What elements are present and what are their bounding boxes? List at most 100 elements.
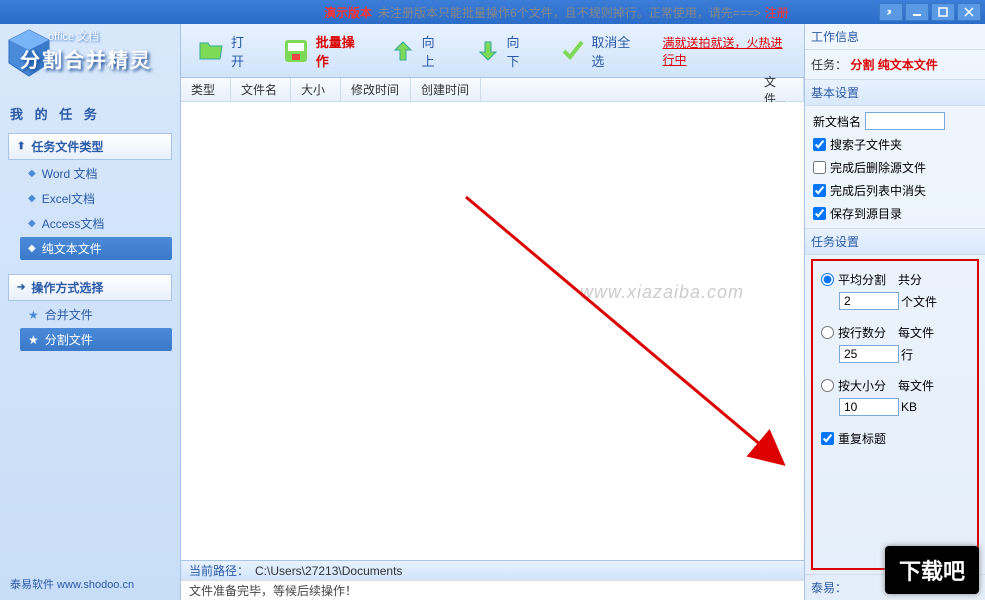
sidebar-item-label: Word 文档 <box>42 165 98 182</box>
col-name[interactable]: 文件名 <box>231 78 291 101</box>
right-panel: 工作信息 任务： 分割 纯文本文件 基本设置 新文档名 搜索子文件夹 完成后删除… <box>805 24 985 600</box>
sidebar-item-label: 合并文件 <box>45 306 93 323</box>
maximize-button[interactable] <box>931 3 955 21</box>
sidebar-item-label: 分割文件 <box>45 331 93 348</box>
cb-repeat-title[interactable] <box>821 432 834 445</box>
group-file-type[interactable]: ⬆ 任务文件类型 <box>8 133 172 160</box>
deselect-button[interactable]: 取消全选 <box>554 28 645 74</box>
folder-open-icon <box>197 37 225 65</box>
new-doc-input[interactable] <box>865 112 945 130</box>
button-label: 向上 <box>422 32 446 70</box>
star-icon: ★ <box>28 333 39 347</box>
cb-label: 完成后列表中消失 <box>830 182 926 199</box>
radio-label: 按行数分 <box>838 324 886 341</box>
sidebar-item-label: Excel文档 <box>42 190 95 207</box>
task-settings-box: 平均分割 共分 个文件 按行数分 每文件 行 <box>811 259 979 570</box>
radio-label: 按大小分 <box>838 377 886 394</box>
diamond-icon: ◆ <box>28 218 36 229</box>
sidebar-item-word[interactable]: ◆ Word 文档 <box>20 162 172 185</box>
col-type[interactable]: 类型 <box>181 78 231 101</box>
task-value: 分割 纯文本文件 <box>850 58 937 72</box>
path-label: 当前路径： <box>189 562 249 579</box>
group-operation[interactable]: ➔ 操作方式选择 <box>8 274 172 301</box>
sidebar-item-excel[interactable]: ◆ Excel文档 <box>20 187 172 210</box>
sidebar-footer: 泰易软件 www.shodoo.cn <box>0 568 180 600</box>
split-avg-input[interactable] <box>839 292 899 310</box>
sidebar-item-merge[interactable]: ★ 合并文件 <box>20 303 172 326</box>
status-message: 文件准备完毕，等候后续操作！ <box>181 580 804 600</box>
task-label: 任务： <box>811 58 847 72</box>
diamond-icon: ◆ <box>28 193 36 204</box>
cb-label: 完成后删除源文件 <box>830 159 926 176</box>
radio-label: 平均分割 <box>838 271 886 288</box>
radio-split-avg[interactable] <box>821 273 834 286</box>
split-size-input[interactable] <box>839 398 899 416</box>
help-button[interactable] <box>879 3 903 21</box>
group-label: 任务文件类型 <box>31 138 103 155</box>
arrow-icon: ⬆ <box>17 141 25 152</box>
sidebar: office 文档 分割合并精灵 我 的 任 务 ⬆ 任务文件类型 ◆ Word… <box>0 24 180 600</box>
split-rows-input[interactable] <box>839 345 899 363</box>
download-badge: 下载吧 <box>885 546 979 594</box>
demo-msg: 未注册版本只能批量操作6个文件，且不规则掉行。正常使用，请先===> <box>378 4 761 21</box>
task-settings-title: 任务设置 <box>805 228 985 255</box>
demo-label: 演示版本 <box>324 4 372 21</box>
register-link[interactable]: 注册 <box>765 4 789 21</box>
batch-button[interactable]: 批量操作 <box>276 28 367 74</box>
toolbar: 打开 批量操作 向上 向下 取消全选 满就送拍就送，火热进行中 <box>181 24 804 78</box>
list-header: 类型 文件名 大小 修改时间 创建时间 文件... <box>181 78 804 102</box>
cb-delete-after[interactable] <box>813 161 826 174</box>
up-button[interactable]: 向上 <box>384 28 451 74</box>
annotation-arrow <box>461 192 801 512</box>
cb-save-src[interactable] <box>813 207 826 220</box>
radio-split-rows[interactable] <box>821 326 834 339</box>
center-panel: 打开 批量操作 向上 向下 取消全选 满就送拍就送，火热进行中 类型 文件名 <box>180 24 805 600</box>
split-avg-group: 平均分割 共分 个文件 <box>821 271 969 310</box>
suffix: KB <box>901 400 917 414</box>
sidebar-item-access[interactable]: ◆ Access文档 <box>20 212 172 235</box>
sidebar-item-label: 纯文本文件 <box>42 240 102 257</box>
new-doc-label: 新文档名 <box>813 113 861 130</box>
cb-label: 搜索子文件夹 <box>830 136 902 153</box>
my-tasks-title: 我 的 任 务 <box>0 94 180 129</box>
col-ctime[interactable]: 创建时间 <box>411 78 481 101</box>
cb-search-sub[interactable] <box>813 138 826 151</box>
disk-icon <box>282 37 310 65</box>
button-label: 向下 <box>506 32 530 70</box>
arrow-down-icon <box>475 37 500 65</box>
col-size[interactable]: 大小 <box>291 78 341 101</box>
status-path: 当前路径： C:\Users\27213\Documents <box>181 560 804 580</box>
promo-link[interactable]: 满就送拍就送，火热进行中 <box>663 34 795 68</box>
col-mtime[interactable]: 修改时间 <box>341 78 411 101</box>
cb-repeat-title-row: 重复标题 <box>821 430 969 447</box>
split-rows-group: 按行数分 每文件 行 <box>821 324 969 363</box>
open-button[interactable]: 打开 <box>191 28 258 74</box>
suffix-pre: 每文件 <box>898 377 934 394</box>
suffix: 个文件 <box>901 293 937 310</box>
sidebar-item-text[interactable]: ◆ 纯文本文件 <box>20 237 172 260</box>
cb-label: 保存到源目录 <box>830 205 902 222</box>
cb-remove-list[interactable] <box>813 184 826 197</box>
arrow-icon: ➔ <box>17 282 25 293</box>
diamond-icon: ◆ <box>28 168 36 179</box>
button-label: 批量操作 <box>316 32 361 70</box>
suffix-pre: 共分 <box>898 271 922 288</box>
col-file[interactable]: 文件... <box>754 78 804 101</box>
suffix-pre: 每文件 <box>898 324 934 341</box>
logo-title: 分割合并精灵 <box>20 44 152 73</box>
cb-save-src-row: 保存到源目录 <box>813 205 977 222</box>
split-size-group: 按大小分 每文件 KB <box>821 377 969 416</box>
sidebar-item-split[interactable]: ★ 分割文件 <box>20 328 172 351</box>
window-controls <box>879 3 981 21</box>
minimize-button[interactable] <box>905 3 929 21</box>
down-button[interactable]: 向下 <box>469 28 536 74</box>
col-spacer <box>481 78 754 101</box>
radio-split-size[interactable] <box>821 379 834 392</box>
cb-search-sub-row: 搜索子文件夹 <box>813 136 977 153</box>
button-label: 打开 <box>231 32 252 70</box>
cb-remove-list-row: 完成后列表中消失 <box>813 182 977 199</box>
check-icon <box>560 37 585 65</box>
close-button[interactable] <box>957 3 981 21</box>
watermark: www.xiazaiba.com <box>580 282 744 303</box>
file-list[interactable]: www.xiazaiba.com <box>181 102 804 560</box>
